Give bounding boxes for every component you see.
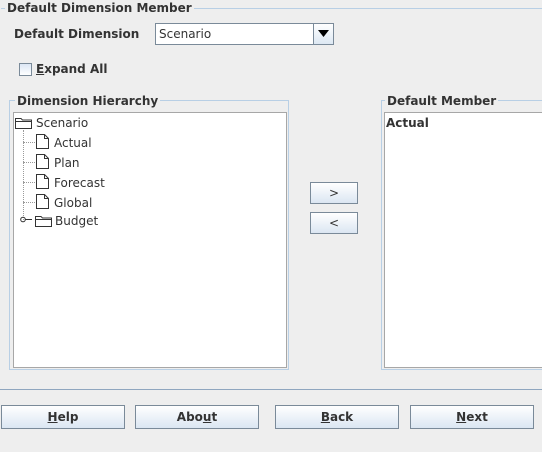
folder-icon: [15, 118, 32, 129]
dimension-hierarchy-title: Dimension Hierarchy: [15, 94, 161, 108]
expand-all-label[interactable]: Expand All: [36, 62, 107, 76]
back-button[interactable]: Back: [275, 405, 399, 429]
tree-node-leaf[interactable]: Global: [36, 194, 156, 210]
tree-guide: [23, 182, 35, 183]
footer-separator: [0, 389, 542, 390]
tree-node-leaf[interactable]: Actual: [36, 134, 156, 150]
default-member-list[interactable]: Actual: [384, 112, 542, 368]
chevron-down-icon: [318, 30, 329, 37]
document-icon: [36, 194, 49, 209]
document-icon: [36, 134, 49, 149]
document-icon: [36, 174, 49, 189]
document-icon: [36, 154, 49, 169]
tree-node-label: Plan: [54, 156, 80, 170]
add-member-button[interactable]: >: [310, 182, 358, 204]
tree-node-label: Global: [54, 196, 93, 210]
about-button[interactable]: About: [135, 405, 259, 429]
next-button[interactable]: Next: [410, 405, 534, 429]
tree-node-folder[interactable]: Budget: [35, 213, 155, 229]
tree-guide: [23, 142, 35, 143]
expand-all-checkbox[interactable]: [19, 63, 32, 76]
tree-node-label: Forecast: [54, 176, 105, 190]
default-dimension-value: Scenario: [159, 27, 212, 41]
tree-node-label: Actual: [54, 136, 92, 150]
tree-guide: [23, 202, 35, 203]
default-member-title: Default Member: [385, 94, 499, 108]
help-button[interactable]: Help: [1, 405, 125, 429]
folder-icon: [35, 216, 52, 227]
tree-node-leaf[interactable]: Plan: [36, 154, 156, 170]
tree-node-label: Budget: [55, 214, 99, 228]
tree-guide: [23, 162, 35, 163]
tree-node-label: Scenario: [36, 116, 89, 130]
tree-expand-handle-icon[interactable]: [20, 216, 32, 223]
dropdown-button[interactable]: [313, 24, 333, 44]
default-dimension-label: Default Dimension: [14, 27, 140, 41]
remove-member-button[interactable]: <: [310, 212, 358, 234]
tree-node-leaf[interactable]: Forecast: [36, 174, 156, 190]
tree-node-root[interactable]: Scenario: [15, 115, 115, 131]
group-title: Default Dimension Member: [5, 1, 194, 15]
default-dimension-combo[interactable]: Scenario: [155, 23, 334, 45]
tree-guide: [23, 130, 24, 220]
default-member-value[interactable]: Actual: [386, 116, 429, 130]
dimension-hierarchy-tree[interactable]: Scenario Actual Plan Forecast Global Bud…: [13, 112, 287, 368]
